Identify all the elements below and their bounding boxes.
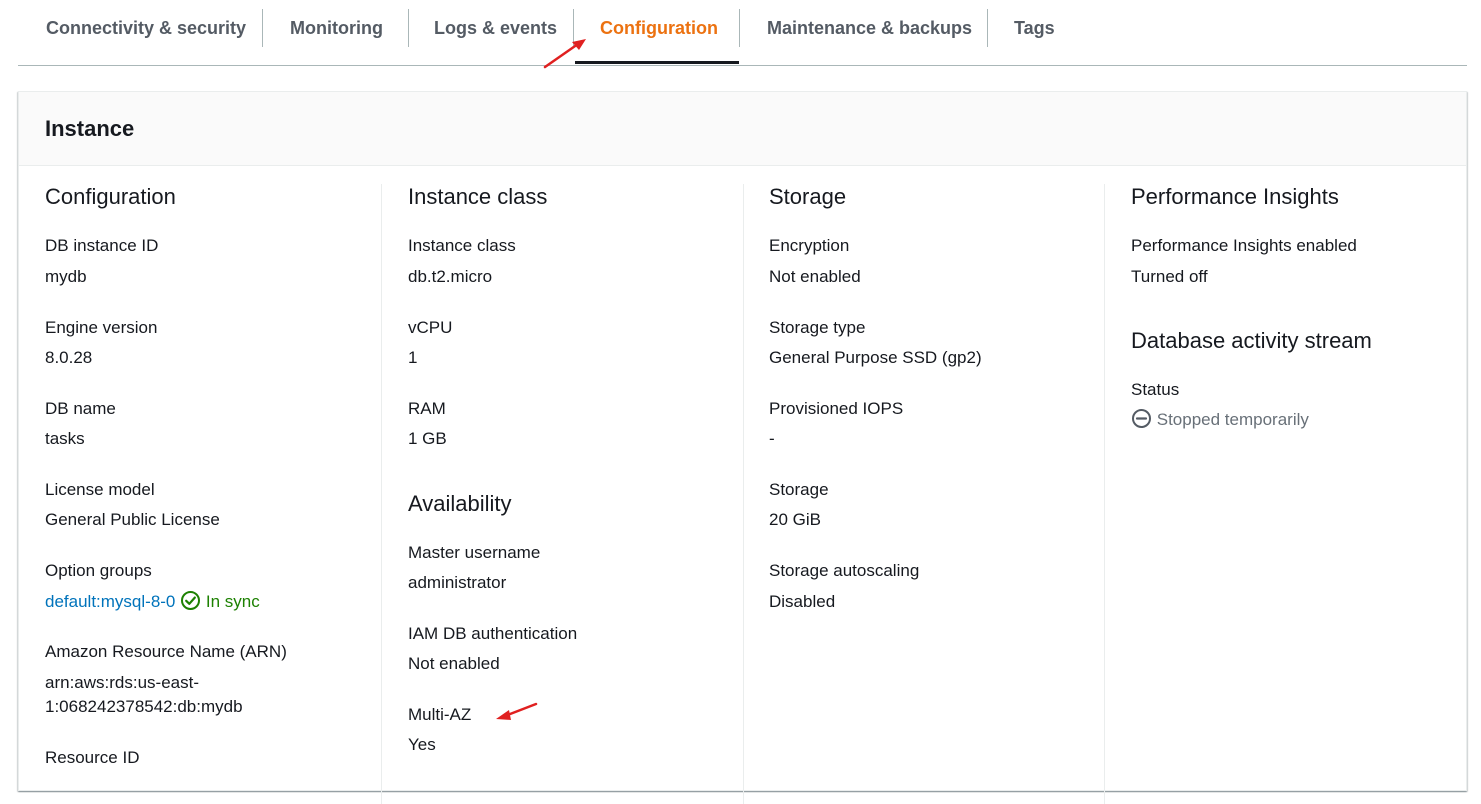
arn-label: Amazon Resource Name (ARN) [45,642,287,661]
storage-autoscaling-value: Disabled [769,592,836,611]
tab-divider [573,9,574,47]
active-tab-indicator [575,61,739,64]
instance-class-title: Instance class [408,184,548,209]
ram-value: 1 GB [408,429,447,448]
column-divider [1104,184,1105,804]
resource-id-label: Resource ID [45,748,140,767]
panel-title: Instance [19,92,1466,166]
engine-version-value: 8.0.28 [45,348,93,367]
tab-logs-events[interactable]: Logs & events [434,0,557,65]
column-divider [381,184,382,804]
license-model-value: General Public License [45,510,220,529]
activity-stream-status-text: Stopped temporarily [1156,410,1309,429]
activity-stream-status-label: Status [1131,380,1180,399]
configuration-column: Configuration DB instance ID mydb Engine… [45,184,375,804]
instance-class-column: Instance class Instance class db.t2.micr… [408,184,738,804]
db-name-label: DB name [45,399,116,418]
tab-monitoring[interactable]: Monitoring [290,0,383,65]
performance-insights-enabled-label: Performance Insights enabled [1131,236,1357,255]
storage-title: Storage [769,184,847,209]
column-divider [743,184,744,804]
iam-auth-value: Not enabled [408,654,500,673]
instance-class-label: Instance class [408,236,516,255]
option-group-link[interactable]: default:mysql-8-0 [45,592,175,611]
iam-auth-label: IAM DB authentication [408,624,578,643]
configuration-title: Configuration [45,184,176,209]
storage-type-label: Storage type [769,318,866,337]
tab-bar: Connectivity & security Monitoring Logs … [18,0,1467,66]
minus-circle-icon [1131,408,1152,436]
tab-divider [987,9,988,47]
performance-insights-column: Performance Insights Performance Insight… [1131,184,1461,804]
arn-value-line1: arn:aws:rds:us-east- [45,673,199,692]
db-instance-id-value: mydb [45,267,87,286]
storage-type-value: General Purpose SSD (gp2) [769,348,982,367]
storage-autoscaling-label: Storage autoscaling [769,561,920,580]
instance-panel: Instance Configuration DB instance ID my… [18,91,1467,804]
tab-divider [262,9,263,47]
encryption-value: Not enabled [769,267,861,286]
provisioned-iops-value: - [769,429,775,448]
encryption-label: Encryption [769,236,850,255]
provisioned-iops-label: Provisioned IOPS [769,399,904,418]
engine-version-label: Engine version [45,318,158,337]
storage-size-label: Storage [769,480,829,499]
check-circle-icon [180,590,201,618]
storage-column: Storage Encryption Not enabled Storage t… [769,184,1099,804]
performance-insights-title: Performance Insights [1131,184,1339,209]
option-groups-label: Option groups [45,561,152,580]
activity-stream-title: Database activity stream [1131,328,1372,353]
master-username-label: Master username [408,543,541,562]
tab-maintenance-backups[interactable]: Maintenance & backups [767,0,972,65]
arn-value-line2: 1:068242378542:db:mydb [45,697,243,716]
performance-insights-enabled-value: Turned off [1131,267,1208,286]
activity-stream-status-value: Stopped temporarily [1131,407,1309,436]
tab-tags[interactable]: Tags [1014,0,1055,65]
instance-class-value: db.t2.micro [408,267,493,286]
ram-label: RAM [408,399,446,418]
db-name-value: tasks [45,429,85,448]
availability-title: Availability [408,491,512,516]
db-instance-id-label: DB instance ID [45,236,159,255]
vcpu-label: vCPU [408,318,453,337]
vcpu-value: 1 [408,348,418,367]
license-model-label: License model [45,480,155,499]
multi-az-value: Yes [408,735,436,754]
storage-size-value: 20 GiB [769,510,821,529]
tab-configuration[interactable]: Configuration [600,0,718,65]
tab-divider [408,9,409,47]
master-username-value: administrator [408,573,507,592]
option-groups-value: default:mysql-8-0 In sync [45,589,260,618]
multi-az-label: Multi-AZ [408,705,472,724]
option-group-status: In sync [205,592,260,611]
tab-divider [739,9,740,47]
tab-connectivity-security[interactable]: Connectivity & security [46,0,246,65]
